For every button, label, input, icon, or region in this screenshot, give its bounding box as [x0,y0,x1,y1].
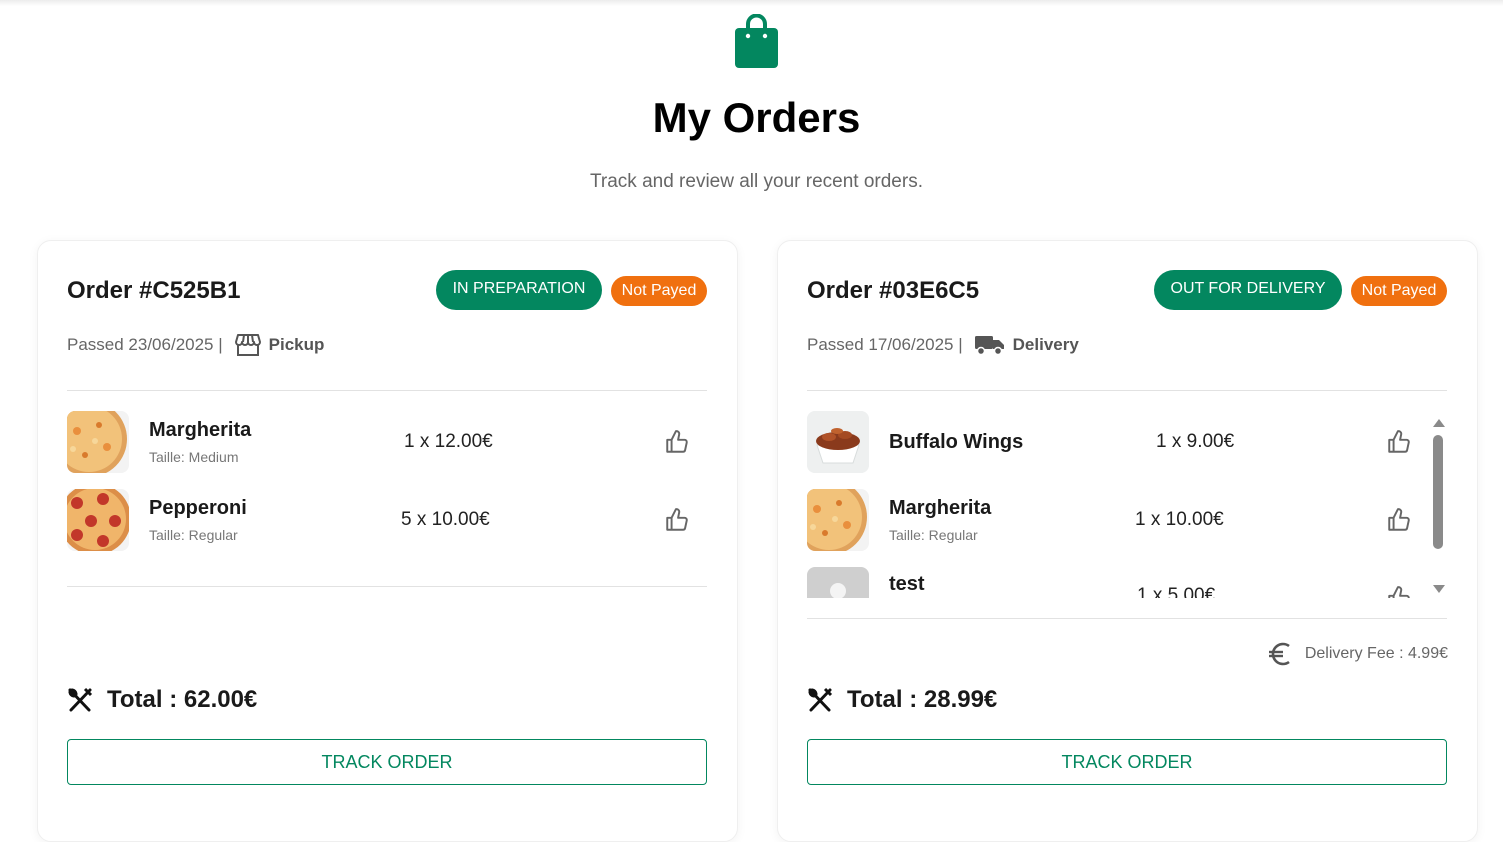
order-mode: Pickup [268,335,325,354]
status-badge: IN PREPARATION [436,270,602,310]
utensils-icon [68,687,93,712]
euro-icon [1268,642,1290,666]
order-total: Total : 28.99€ [807,686,997,714]
delivery-fee: Delivery Fee : 4.99€ [1267,641,1448,667]
divider [807,618,1447,619]
delivery-fee-text: Delivery Fee : 4.99€ [1304,645,1448,662]
divider [67,586,707,587]
item-size: Taille: Medium [149,449,239,465]
order-meta: Passed 23/06/2025 | Pickup [67,333,324,357]
thumbs-up-icon[interactable] [1386,585,1412,598]
item-quantity: 1 x 12.00€ [404,431,493,452]
order-mode: Delivery [1012,335,1079,354]
storefront-icon [234,334,261,356]
order-id: Order #C525B1 [67,277,241,304]
item-size: Taille: Regular [149,527,238,543]
list-item: Pepperoni Taille: Regular 5 x 10.00€ [67,489,707,551]
list-item: Buffalo Wings 1 x 9.00€ [807,411,1447,473]
item-name: Buffalo Wings [889,431,1024,453]
utensils-icon [808,687,833,712]
items-scrollbar[interactable] [1431,415,1445,597]
payment-badge: Not Payed [611,276,707,306]
item-quantity: 1 x 9.00€ [1156,431,1235,452]
order-total: Total : 62.00€ [67,686,257,714]
thumbs-up-icon[interactable] [1386,507,1412,533]
order-card: Order #C525B1 IN PREPARATION Not Payed P… [37,240,738,842]
order-meta: Passed 17/06/2025 | Delivery [807,333,1079,357]
item-image-margherita [67,411,129,473]
item-name: Margherita [889,497,992,519]
thumbs-up-icon[interactable] [664,429,690,455]
list-item: Margherita Taille: Regular 1 x 10.00€ [807,489,1447,551]
item-image-margherita [807,489,869,551]
order-date: Passed 17/06/2025 | [807,335,963,354]
order-id: Order #03E6C5 [807,277,980,304]
order-date: Passed 23/06/2025 | [67,335,223,354]
item-image-pepperoni [67,489,129,551]
list-item: Margherita Taille: Medium 1 x 12.00€ [67,411,707,473]
item-quantity: 1 x 10.00€ [1135,509,1224,530]
payment-badge: Not Payed [1351,276,1447,306]
track-order-button[interactable]: TRACK ORDER [807,739,1447,785]
order-card: Order #03E6C5 OUT FOR DELIVERY Not Payed… [777,240,1478,842]
scroll-down-arrow-icon[interactable] [1433,585,1445,593]
item-quantity: 5 x 10.00€ [401,509,490,530]
scroll-thumb[interactable] [1433,435,1443,549]
page-title: My Orders [652,94,861,141]
divider [807,390,1447,391]
total-amount: Total : 28.99€ [847,686,998,713]
item-name: test [889,573,925,595]
divider [67,390,707,391]
item-size: Taille: Regular [889,527,978,543]
list-item: test 1 x 5.00€ [807,567,1447,598]
item-image-placeholder [807,567,869,598]
item-name: Pepperoni [149,497,247,519]
thumbs-up-icon[interactable] [1386,429,1412,455]
truck-icon [974,336,1004,356]
item-quantity: 1 x 5.00€ [1137,585,1216,598]
status-badge: OUT FOR DELIVERY [1154,270,1342,310]
page-subtitle: Track and review all your recent orders. [590,171,923,192]
shopping-bag-icon [735,14,778,68]
thumbs-up-icon[interactable] [664,507,690,533]
item-image-buffalo-wings [807,411,869,473]
track-order-button[interactable]: TRACK ORDER [67,739,707,785]
items-scroll-area[interactable]: Buffalo Wings 1 x 9.00€ Margherita Taill… [807,411,1447,598]
item-name: Margherita [149,419,252,441]
total-amount: Total : 62.00€ [107,686,258,713]
scroll-up-arrow-icon[interactable] [1433,419,1445,427]
top-shadow [0,0,1503,6]
